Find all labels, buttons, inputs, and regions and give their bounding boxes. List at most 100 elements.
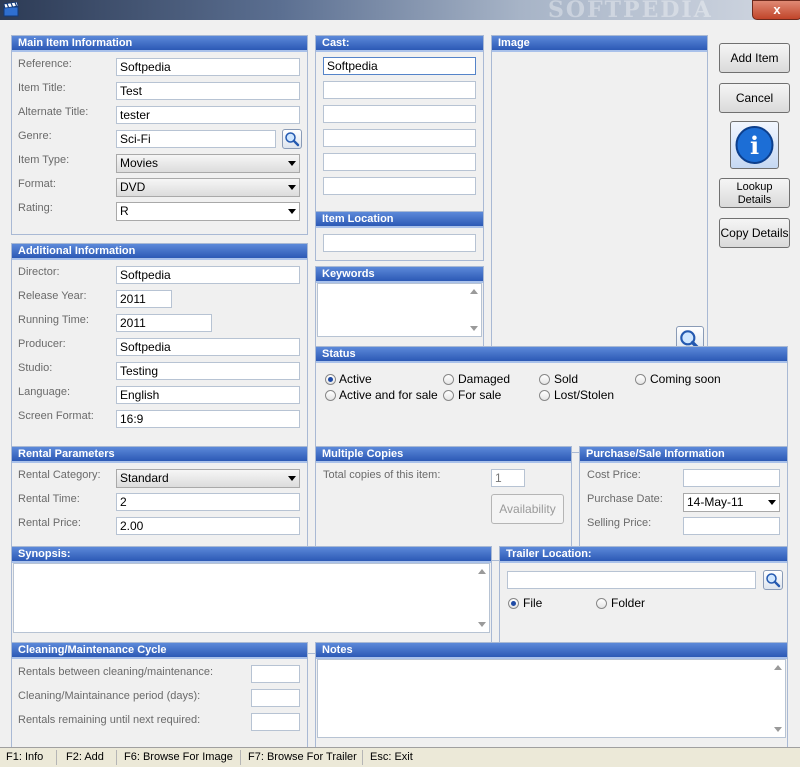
producer-field[interactable]: Softpedia [116,338,300,356]
cast-field[interactable] [323,177,476,195]
status-radio-damaged[interactable] [443,374,454,385]
trailer-radio-folder[interactable] [596,598,607,609]
rental-time-label: Rental Time: [18,493,80,505]
rentals-between-field[interactable] [251,665,300,683]
group-header: Trailer Location: [500,547,787,563]
trailer-browse-button[interactable] [763,570,783,590]
alt-title-field[interactable]: tester [116,106,300,124]
rental-category-value: Standard [120,471,169,485]
format-value: DVD [120,180,146,194]
status-radio-lost-stolen[interactable] [539,390,550,401]
lookup-details-button[interactable]: Lookup Details [719,178,790,208]
reference-field[interactable]: Softpedia [116,58,300,76]
availability-button[interactable]: Availability [491,494,564,524]
scroll-up-icon[interactable] [470,289,478,294]
group-header: Status [316,347,787,363]
purchase-date-label: Purchase Date: [587,493,663,505]
keywords-textarea[interactable] [317,283,482,337]
scroll-down-icon[interactable] [478,622,486,627]
scroll-down-icon[interactable] [470,326,478,331]
scrollbar[interactable] [475,564,489,632]
group-header: Rental Parameters [12,447,307,463]
synopsis-textarea[interactable] [13,563,490,633]
language-label: Language: [18,386,70,398]
director-field[interactable]: Softpedia [116,266,300,284]
status-label: Coming soon [650,372,721,386]
status-group: Status Active Damaged Sold Coming soon A… [315,346,788,453]
copy-details-button[interactable]: Copy Details [719,218,790,248]
scroll-up-icon[interactable] [774,665,782,670]
notes-textarea[interactable] [317,659,786,738]
format-label: Format: [18,178,56,190]
status-radio-active-for-sale[interactable] [325,390,336,401]
trailer-location-field[interactable] [507,571,756,589]
scroll-down-icon[interactable] [774,727,782,732]
running-time-field[interactable]: 2011 [116,314,212,332]
language-field[interactable]: English [116,386,300,404]
cast-field[interactable] [323,105,476,123]
item-location-field[interactable] [323,234,476,252]
genre-field[interactable]: Sci-Fi [116,130,276,148]
shortcut-info: F1: Info [6,751,44,763]
cleaning-period-field[interactable] [251,689,300,707]
reference-label: Reference: [18,58,72,70]
chevron-down-icon [288,209,296,214]
clapperboard-icon [3,2,19,17]
status-radio-for-sale[interactable] [443,390,454,401]
close-button[interactable]: x [752,0,800,20]
chevron-down-icon [288,161,296,166]
cost-price-field[interactable] [683,469,780,487]
item-type-value: Movies [120,156,159,170]
group-header: Purchase/Sale Information [580,447,787,463]
format-select[interactable]: DVD [116,178,300,197]
item-type-select[interactable]: Movies [116,154,300,173]
genre-search-button[interactable] [282,129,302,149]
search-icon [285,132,300,147]
cast-field[interactable] [323,129,476,147]
studio-field[interactable]: Testing [116,362,300,380]
add-item-button[interactable]: Add Item [719,43,790,73]
director-label: Director: [18,266,60,278]
item-title-field[interactable]: Test [116,82,300,100]
cleaning-group: Cleaning/Maintenance Cycle Rentals betwe… [11,642,308,758]
alt-title-label: Alternate Title: [18,106,89,118]
status-label: Active [339,372,372,386]
screen-format-field[interactable]: 16:9 [116,410,300,428]
selling-price-field[interactable] [683,517,780,535]
status-radio-active[interactable] [325,374,336,385]
scrollbar[interactable] [771,660,785,737]
separator [116,750,117,765]
info-button[interactable]: i [730,121,779,169]
group-header: Cast: [316,36,483,52]
status-radio-coming-soon[interactable] [635,374,646,385]
rental-category-label: Rental Category: [18,469,101,481]
additional-info-group: Additional Information Director: Softped… [11,243,308,453]
cancel-button[interactable]: Cancel [719,83,790,113]
producer-label: Producer: [18,338,66,350]
chevron-down-icon [288,185,296,190]
screen-format-label: Screen Format: [18,410,94,422]
separator [362,750,363,765]
separator [56,750,57,765]
rentals-remaining-field[interactable] [251,713,300,731]
scrollbar[interactable] [467,284,481,336]
rental-price-field[interactable]: 2.00 [116,517,300,535]
release-year-field[interactable]: 2011 [116,290,172,308]
rating-select[interactable]: R [116,202,300,221]
cast-field[interactable] [323,153,476,171]
trailer-radio-file[interactable] [508,598,519,609]
rental-category-select[interactable]: Standard [116,469,300,488]
chevron-down-icon [768,500,776,505]
purchase-date-value: 14-May-11 [687,495,744,509]
scroll-up-icon[interactable] [478,569,486,574]
image-group: Image [491,35,708,358]
status-radio-sold[interactable] [539,374,550,385]
purchase-date-picker[interactable]: 14-May-11 [683,493,780,512]
cast-field[interactable]: Softpedia [323,57,476,75]
rental-time-field[interactable]: 2 [116,493,300,511]
total-copies-field[interactable]: 1 [491,469,525,487]
group-header: Cleaning/Maintenance Cycle [12,643,307,659]
genre-label: Genre: [18,130,52,142]
watermark: SOFTPEDIA [548,0,713,20]
cast-field[interactable] [323,81,476,99]
